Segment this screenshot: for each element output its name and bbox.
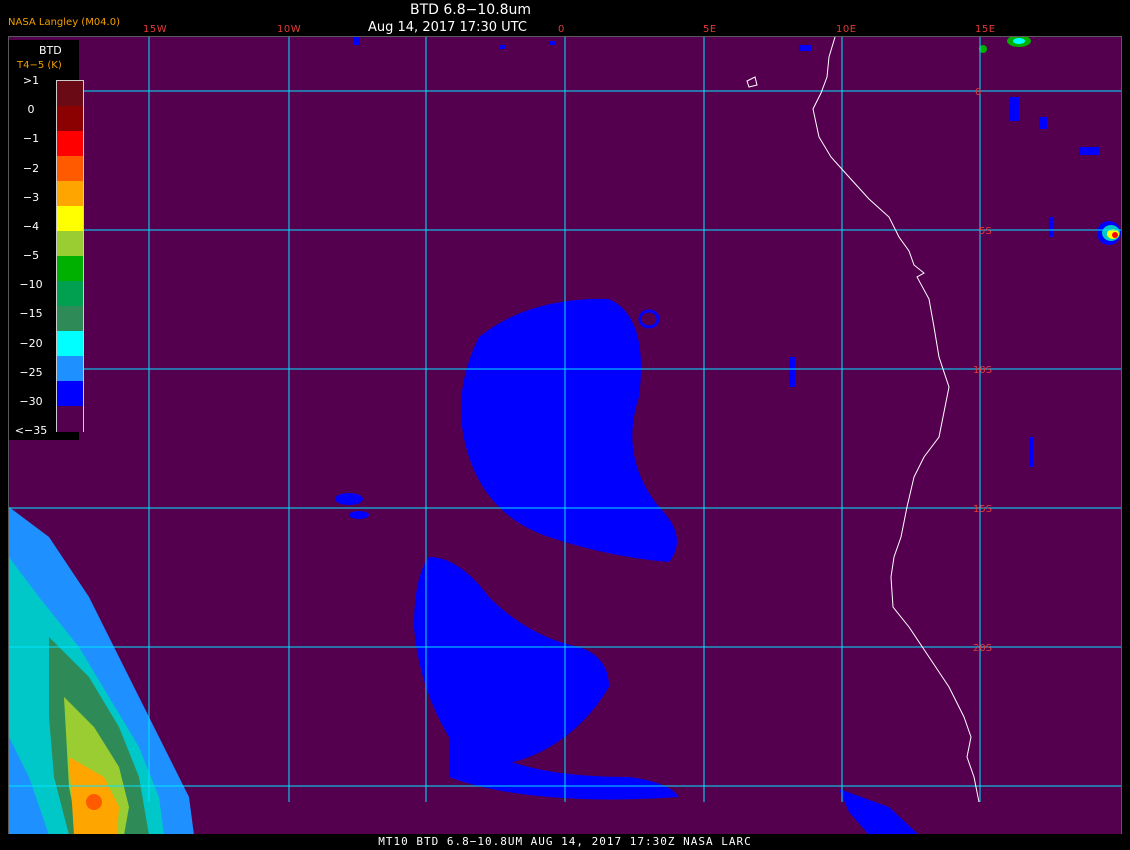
legend-tick-label: −4 <box>22 219 40 233</box>
coastline <box>746 37 980 803</box>
map-timestamp: Aug 14, 2017 17:30 UTC <box>368 20 527 35</box>
legend-swatch <box>57 206 83 232</box>
lat-label-5s: 5S <box>979 226 992 237</box>
legend-tick-label: −15 <box>19 307 43 321</box>
lon-label-15e: 15E <box>975 24 996 35</box>
legend-swatch <box>57 181 83 207</box>
legend-tick-label: −2 <box>22 161 40 175</box>
legend-swatch <box>57 131 83 157</box>
map-canvas: 0 5S 10S 15S 20S <box>9 37 1121 835</box>
legend-tick-label: >1 <box>22 74 40 87</box>
legend-swatch <box>57 106 83 132</box>
lat-lon-grid <box>9 37 1121 802</box>
lon-label-10w: 10W <box>277 24 302 35</box>
lat-label-20s: 20S <box>973 643 992 654</box>
lat-label-10s: 10S <box>973 365 992 376</box>
lon-label-0: 0 <box>558 24 565 35</box>
legend-tick-label: −10 <box>19 278 43 292</box>
legend-swatch <box>57 281 83 307</box>
map-title: BTD 6.8−10.8um <box>410 2 532 18</box>
legend-swatch <box>57 381 83 407</box>
legend-tick-label: −3 <box>22 190 40 204</box>
legend-tick-label: −5 <box>22 249 40 262</box>
legend-swatch <box>57 406 83 432</box>
lon-label-15w: 15W <box>143 24 168 35</box>
footer-caption: MT10 BTD 6.8−10.8UM AUG 14, 2017 17:30Z … <box>0 834 1130 850</box>
lon-label-5e: 5E <box>703 24 717 35</box>
satellite-map: 0 5S 10S 15S 20S <box>8 36 1122 836</box>
legend-swatch <box>57 231 83 257</box>
legend-swatch <box>57 306 83 332</box>
legend-swatch <box>57 156 83 182</box>
legend-tick-label: −30 <box>19 394 43 408</box>
legend-title: BTD <box>39 44 62 57</box>
legend-swatch <box>57 81 83 107</box>
legend-tick-label: <−35 <box>14 424 48 437</box>
legend-unit: T4−5 (K) <box>17 60 62 71</box>
legend-tick-label: 0 <box>27 103 35 117</box>
lat-label-15s: 15S <box>973 504 992 515</box>
credit-label: NASA Langley (M04.0) <box>8 17 120 28</box>
legend-swatch <box>57 331 83 357</box>
legend-tick-label: −25 <box>19 365 43 379</box>
lon-label-10e: 10E <box>836 24 857 35</box>
legend-swatch <box>57 256 83 282</box>
legend-swatch <box>57 356 83 382</box>
legend-tick-label: −20 <box>19 336 43 350</box>
color-legend: BTD T4−5 (K) >1 0 −1 −2 −3 −4 −5 −10 −15 −20 −25 −3… <box>9 40 84 440</box>
lat-label-0: 0 <box>975 87 981 98</box>
legend-tick-label: −1 <box>22 132 40 146</box>
legend-color-bar <box>56 80 84 432</box>
